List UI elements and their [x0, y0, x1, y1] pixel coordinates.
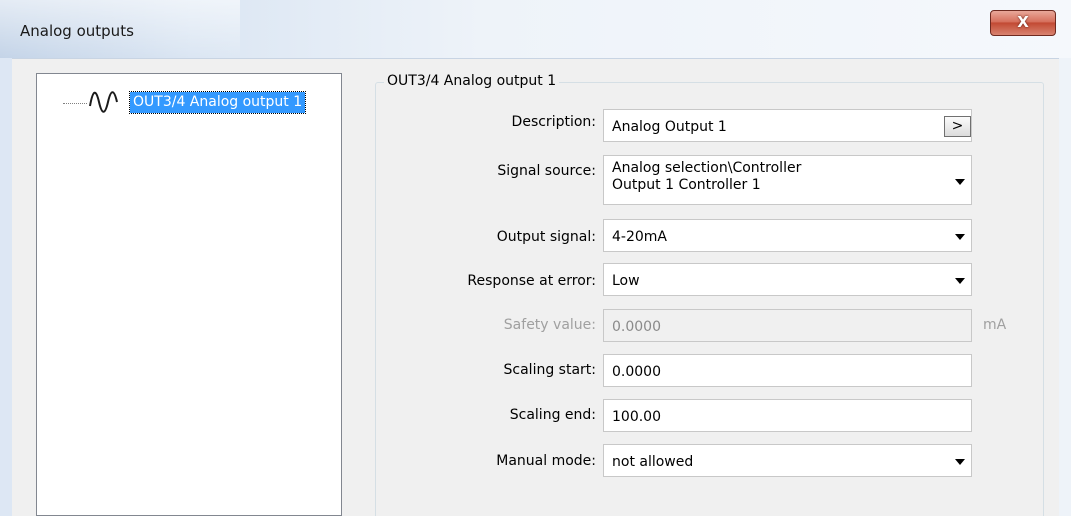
- manual-mode-select[interactable]: not allowed: [603, 444, 972, 477]
- scaling-start-field[interactable]: 0.0000: [603, 354, 972, 387]
- description-label: Description:: [511, 114, 596, 130]
- sine-wave-icon: [89, 91, 118, 113]
- manual-mode-value: not allowed: [612, 454, 694, 470]
- close-button[interactable]: X: [990, 10, 1056, 36]
- title-bar: Analog outputs X: [0, 0, 1071, 58]
- window-title: Analog outputs: [20, 22, 134, 40]
- close-icon: X: [1017, 13, 1029, 31]
- window-frame-left: [0, 58, 12, 516]
- safety-value-unit: mA: [983, 317, 1007, 333]
- scaling-start-value: 0.0000: [612, 364, 661, 380]
- safety-value-label: Safety value:: [503, 317, 596, 333]
- signal-source-label: Signal source:: [497, 163, 596, 179]
- output-signal-value: 4-20mA: [612, 229, 667, 245]
- output-tree[interactable]: OUT3/4 Analog output 1: [36, 73, 342, 516]
- analog-outputs-dialog: Analog outputs X OUT3/4 Analog output 1 …: [0, 0, 1071, 516]
- description-value: Analog Output 1: [612, 119, 727, 135]
- response-at-error-value: Low: [612, 273, 640, 289]
- description-edit-button[interactable]: >: [944, 116, 971, 137]
- response-at-error-label: Response at error:: [467, 273, 596, 289]
- safety-value-field: 0.0000: [603, 309, 972, 342]
- description-field[interactable]: Analog Output 1: [603, 109, 972, 142]
- scaling-end-field[interactable]: 100.00: [603, 399, 972, 432]
- manual-mode-label: Manual mode:: [496, 453, 596, 469]
- scaling-end-label: Scaling end:: [509, 407, 596, 423]
- signal-source-value-line1: Analog selection\Controller: [612, 160, 802, 176]
- tree-connector-line: [63, 103, 87, 104]
- client-top-edge: [12, 58, 1059, 59]
- scaling-end-value: 100.00: [612, 409, 661, 425]
- response-at-error-select[interactable]: Low: [603, 263, 972, 296]
- signal-source-value-line2: Output 1 Controller 1: [612, 177, 761, 193]
- signal-source-select[interactable]: Analog selection\Controller Output 1 Con…: [603, 155, 972, 205]
- chevron-down-icon: [955, 278, 965, 284]
- output-signal-label: Output signal:: [496, 229, 596, 245]
- chevron-down-icon: [955, 459, 965, 465]
- groupbox-title: OUT3/4 Analog output 1: [384, 72, 560, 90]
- tree-item-analog-output-1[interactable]: OUT3/4 Analog output 1: [128, 91, 307, 114]
- chevron-down-icon: [955, 234, 965, 240]
- window-frame-right: [1059, 58, 1071, 516]
- chevron-down-icon: [955, 179, 965, 185]
- output-signal-select[interactable]: 4-20mA: [603, 219, 972, 252]
- safety-value-value: 0.0000: [612, 319, 661, 335]
- scaling-start-label: Scaling start:: [503, 362, 596, 378]
